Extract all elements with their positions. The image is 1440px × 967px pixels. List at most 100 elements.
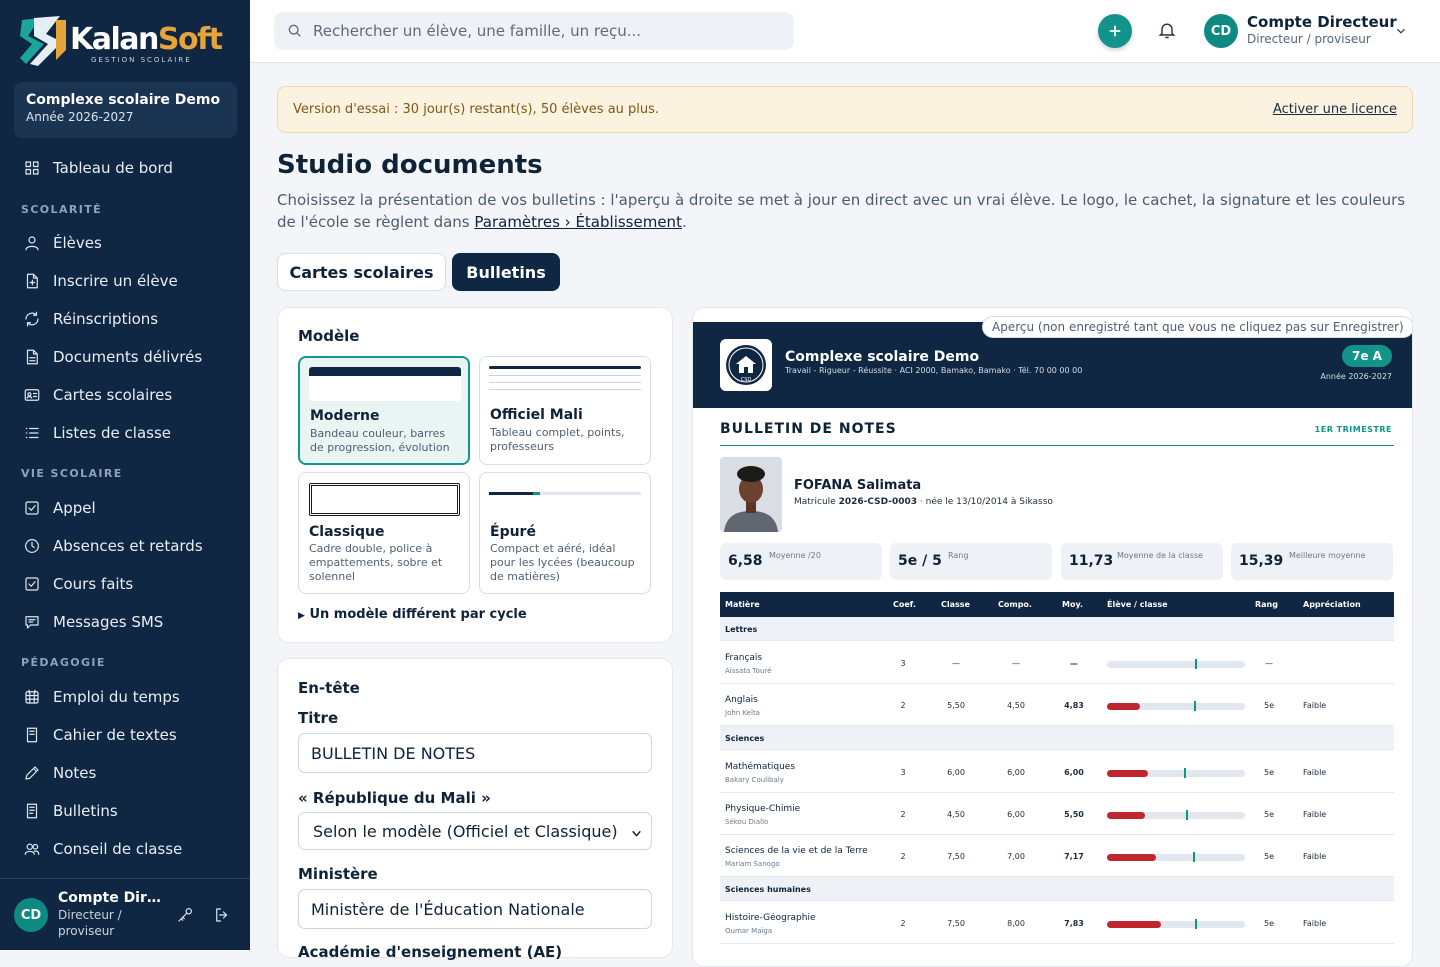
stat-best-average: 15,39 Meilleure moyenne bbox=[1231, 543, 1393, 580]
search-input[interactable]: Rechercher un élève, une famille, un reç… bbox=[274, 12, 794, 50]
birth-info: · née le 13/10/2014 à Sikasso bbox=[917, 497, 1053, 507]
class-grade-cell: 7,50 bbox=[947, 919, 965, 928]
progress-bar bbox=[1107, 659, 1245, 669]
coef-cell: 2 bbox=[900, 919, 906, 928]
subject-name: Sciences de la vie et de la Terre bbox=[725, 846, 868, 856]
quick-add-button[interactable] bbox=[1098, 14, 1132, 48]
coef-cell: 2 bbox=[900, 852, 906, 861]
logo-primary: Kalan bbox=[70, 22, 159, 57]
notifications-button[interactable] bbox=[1157, 20, 1179, 42]
table-row: Physique-Chimie Sékou Diallo 2 4,50 6,00 5,50… bbox=[720, 793, 1394, 835]
activate-license-link[interactable]: Activer une licence bbox=[1273, 102, 1397, 117]
sidebar-item-inscrire-un-eleve[interactable]: Inscrire un élève bbox=[0, 263, 250, 299]
preview-school-name: Complexe scolaire Demo bbox=[785, 349, 980, 365]
template-classique[interactable]: Classique Cadre double, police à empatte… bbox=[298, 472, 470, 594]
sidebar-item-label: Réinscriptions bbox=[53, 310, 159, 328]
logo-mark-icon bbox=[20, 16, 66, 66]
logo-accent: Soft bbox=[157, 22, 223, 57]
kalansoft-logo[interactable]: KalanSoft GESTION SCOLAIRE bbox=[16, 14, 226, 70]
average-cell: — bbox=[1070, 659, 1078, 668]
matricule-value: 2026-CSD-0003 bbox=[838, 497, 918, 507]
class-average-marker bbox=[1193, 701, 1196, 711]
ministry-label: Ministère bbox=[298, 865, 378, 883]
sidebar-item-label: Notes bbox=[53, 764, 97, 782]
nav-section-scolarité: SCOLARITÉ bbox=[21, 203, 103, 216]
sidebar-item-listes-de-classe[interactable]: Listes de classe bbox=[0, 415, 250, 451]
subject-name: Anglais bbox=[725, 695, 758, 705]
template-preview bbox=[309, 367, 461, 401]
school-name: Complexe scolaire Demo bbox=[26, 92, 221, 108]
logo-subtitle: GESTION SCOLAIRE bbox=[91, 56, 192, 64]
template-desc: Compact et aéré, idéal pour les lycées (… bbox=[490, 542, 635, 583]
tab-cartes-scolaires[interactable]: Cartes scolaires bbox=[277, 253, 446, 291]
progress-bar bbox=[1107, 919, 1245, 929]
preview-year: Année 2026-2027 bbox=[1320, 372, 1392, 381]
ministry-input[interactable]: Ministère de l'Éducation Nationale bbox=[298, 889, 652, 929]
chevron-down-icon bbox=[630, 825, 643, 844]
template-desc: Tableau complet, points, professeurs bbox=[490, 426, 625, 453]
sidebar-item-emploi-du-temps[interactable]: Emploi du temps bbox=[0, 679, 250, 715]
group-name: Lettres bbox=[725, 625, 758, 634]
appreciation-cell: Faible bbox=[1303, 810, 1327, 819]
per-cycle-label: Un modèle différent par cycle bbox=[309, 607, 527, 622]
sidebar-item-cartes-scolaires[interactable]: Cartes scolaires bbox=[0, 377, 250, 413]
sidebar-item-label: Emploi du temps bbox=[53, 688, 180, 706]
school-year: Année 2026-2027 bbox=[26, 110, 134, 124]
average-cell: 7,83 bbox=[1064, 919, 1084, 928]
template-moderne[interactable]: Moderne Bandeau couleur, barres de progr… bbox=[298, 356, 470, 465]
subject-group: Sciences bbox=[720, 726, 1394, 750]
template-epure[interactable]: Épuré Compact et aéré, idéal pour les ly… bbox=[479, 472, 651, 594]
per-cycle-toggle[interactable]: ▶ Un modèle différent par cycle bbox=[298, 607, 527, 622]
sidebar-item-messages-sms[interactable]: Messages SMS bbox=[0, 604, 250, 640]
template-officiel-mali[interactable]: Officiel Mali Tableau complet, points, p… bbox=[479, 356, 651, 465]
coef-cell: 3 bbox=[900, 659, 906, 668]
bell-icon bbox=[1158, 23, 1176, 39]
avatar[interactable]: CD bbox=[14, 898, 48, 932]
sidebar-item-label: Cartes scolaires bbox=[53, 386, 173, 404]
file-plus-icon bbox=[22, 271, 42, 291]
sidebar-item-cours-faits[interactable]: Cours faits bbox=[0, 566, 250, 602]
class-badge: 7e A bbox=[1342, 345, 1392, 367]
school-switcher[interactable]: Complexe scolaire Demo Année 2026-2027 bbox=[14, 82, 237, 138]
sidebar-item-tableau-de-bord[interactable]: Tableau de bord bbox=[0, 150, 250, 186]
table-header: Matière Coef. Classe Compo. Moy. Élève /… bbox=[720, 592, 1394, 617]
sidebar-item-documents-delivres[interactable]: Documents délivrés bbox=[0, 339, 250, 375]
sidebar-item-label: Cahier de textes bbox=[53, 726, 177, 744]
logout-icon[interactable] bbox=[213, 906, 231, 924]
bulletin-title: BULLETIN DE NOTES bbox=[720, 421, 897, 437]
sidebar-item-absences-et-retards[interactable]: Absences et retards bbox=[0, 528, 250, 564]
sidebar-item-conseil-de-classe[interactable]: Conseil de classe bbox=[0, 831, 250, 867]
appreciation-cell: Faible bbox=[1303, 852, 1327, 861]
page-title: Studio documents bbox=[277, 150, 543, 180]
calendar-icon bbox=[22, 687, 42, 707]
sidebar-item-reinscriptions[interactable]: Réinscriptions bbox=[0, 301, 250, 337]
header-section-label: En-tête bbox=[298, 679, 360, 697]
report-icon bbox=[22, 801, 42, 821]
tab-bulletins[interactable]: Bulletins bbox=[452, 253, 560, 291]
average-cell: 4,83 bbox=[1064, 701, 1084, 710]
topbar: Rechercher un élève, une famille, un reç… bbox=[250, 0, 1440, 63]
sidebar-item-eleves[interactable]: Élèves bbox=[0, 225, 250, 261]
chevron-down-icon[interactable] bbox=[1394, 23, 1408, 42]
footer-user-role: Directeur / proviseur bbox=[58, 908, 122, 938]
key-icon[interactable] bbox=[176, 906, 194, 924]
student-photo-icon bbox=[720, 457, 782, 532]
stat-label: Moyenne de la classe bbox=[1117, 551, 1204, 560]
settings-link[interactable]: Paramètres › Établissement bbox=[474, 213, 682, 231]
title-input[interactable]: BULLETIN DE NOTES bbox=[298, 733, 652, 773]
sidebar-item-cahier-de-textes[interactable]: Cahier de textes bbox=[0, 717, 250, 753]
rank-cell: 5e bbox=[1263, 919, 1274, 928]
class-grade-cell: 6,00 bbox=[947, 768, 965, 777]
class-average-marker bbox=[1195, 919, 1198, 929]
sidebar-item-appel[interactable]: Appel bbox=[0, 490, 250, 526]
sidebar-item-notes[interactable]: Notes bbox=[0, 755, 250, 791]
template-name: Épuré bbox=[490, 524, 536, 540]
grid-icon bbox=[22, 158, 42, 178]
preview-chip: Aperçu (non enregistré tant que vous ne … bbox=[982, 316, 1412, 338]
class-grade-cell: 5,50 bbox=[947, 701, 965, 710]
sidebar-item-bulletins[interactable]: Bulletins bbox=[0, 793, 250, 829]
template-preview bbox=[489, 366, 641, 398]
school-logo-icon: CSD bbox=[726, 345, 766, 385]
republic-value: Selon le modèle (Officiel et Classique) bbox=[313, 821, 618, 841]
republic-select[interactable]: Selon le modèle (Officiel et Classique) bbox=[298, 812, 652, 850]
